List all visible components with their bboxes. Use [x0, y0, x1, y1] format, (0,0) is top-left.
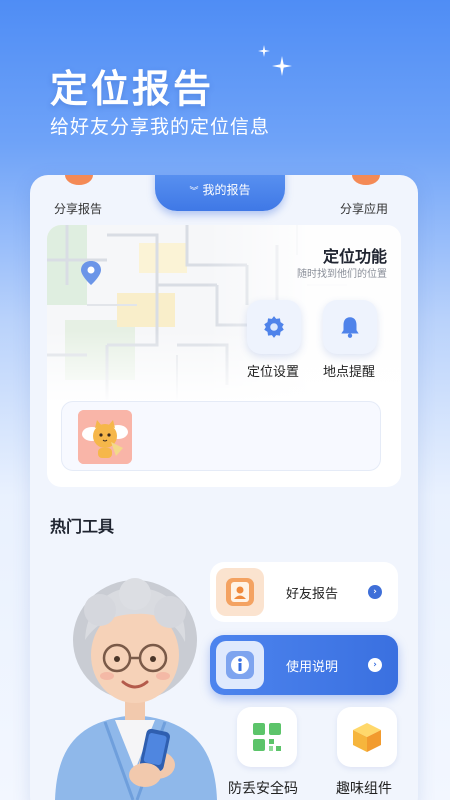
bell-icon	[341, 317, 359, 338]
promo-banner[interactable]	[61, 401, 381, 471]
chevron-down-icon: ︾	[189, 187, 199, 197]
location-settings-button[interactable]	[247, 300, 301, 354]
feature-title: 定位功能	[322, 247, 387, 266]
location-settings-label: 定位设置	[247, 365, 300, 380]
friend-report-label: 好友报告	[286, 586, 339, 602]
chevron-right-icon: ›	[368, 658, 382, 672]
page-title: 定位报告	[50, 67, 215, 111]
anti-loss-code-label: 防丢安全码	[228, 781, 298, 797]
chevron-right-icon: ›	[368, 585, 382, 599]
place-reminder-label: 地点提醒	[323, 365, 376, 380]
usage-guide-label: 使用说明	[286, 659, 339, 675]
share-report-button[interactable]: 分享报告	[54, 200, 102, 217]
share-app-button[interactable]: 分享应用	[340, 200, 388, 217]
sparkle-icon	[272, 56, 292, 80]
grandma-illustration	[55, 578, 217, 800]
box-icon	[353, 723, 381, 752]
tab-my-report[interactable]: ︾ 我的报告	[155, 175, 285, 211]
page-subtitle: 给好友分享我的定位信息	[50, 116, 271, 138]
sparkle-icon	[258, 42, 270, 61]
feature-subtitle: 随时找到他们的位置	[297, 269, 387, 280]
location-feature-panel: 定位功能 随时找到他们的位置 定位设置 地点提醒	[47, 225, 401, 487]
cat-angel-illustration	[78, 410, 132, 464]
fun-widget-button[interactable]	[337, 707, 397, 767]
share-app-icon	[352, 175, 380, 185]
share-report-icon	[65, 175, 93, 185]
friend-report-row[interactable]: 好友报告 ›	[210, 562, 398, 622]
gear-icon	[264, 316, 284, 338]
qr-code-icon	[253, 723, 281, 751]
hot-tools-heading: 热门工具	[50, 517, 115, 536]
anti-loss-code-button[interactable]	[237, 707, 297, 767]
usage-guide-row[interactable]: 使用说明 ›	[210, 635, 398, 695]
tab-label: 我的报告	[202, 183, 251, 197]
place-reminder-button[interactable]	[323, 300, 377, 354]
fun-widget-label: 趣味组件	[336, 781, 392, 797]
card-top-bar: 分享报告 ︾ 我的报告 分享应用	[30, 175, 418, 220]
